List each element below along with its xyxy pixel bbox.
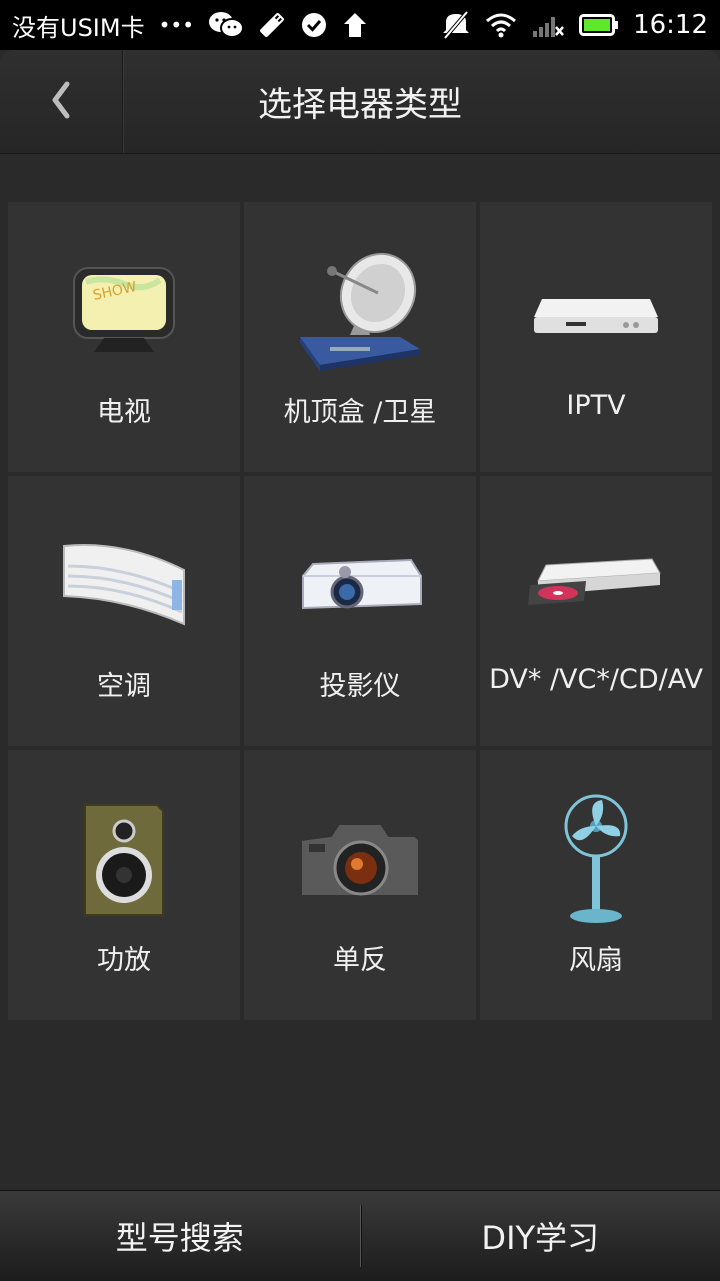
- device-label: 功放: [8, 938, 240, 977]
- mute-icon: [441, 10, 471, 40]
- clock-text: 16:12: [633, 10, 708, 40]
- device-label: 风扇: [480, 938, 712, 977]
- device-label: 投影仪: [244, 664, 476, 703]
- back-button[interactable]: [0, 50, 123, 153]
- signal-icon: [531, 11, 565, 39]
- device-tile-fan[interactable]: 风扇: [480, 750, 712, 1020]
- diy-learn-button[interactable]: DIY学习: [361, 1191, 720, 1281]
- model-search-button[interactable]: 型号搜索: [0, 1191, 360, 1281]
- fan-icon: [480, 790, 712, 930]
- device-tile-dslr[interactable]: 单反: [244, 750, 476, 1020]
- wifi-icon: [485, 12, 517, 38]
- carrier-text: 没有USIM卡: [12, 8, 145, 43]
- device-label: 机顶盒 /卫星: [244, 390, 476, 429]
- device-tile-amplifier[interactable]: 功放: [8, 750, 240, 1020]
- bottom-bar: 型号搜索 DIY学习: [0, 1190, 720, 1281]
- title-bar: 选择电器类型: [0, 50, 720, 154]
- chevron-left-icon: [49, 80, 73, 124]
- iptv-box-icon: [480, 242, 712, 382]
- device-label: 电视: [8, 390, 240, 429]
- air-conditioner-icon: [8, 516, 240, 656]
- dvd-player-icon: [480, 516, 712, 656]
- satellite-dish-icon: [244, 242, 476, 382]
- device-tile-air-conditioner[interactable]: 空调: [8, 476, 240, 746]
- device-grid: SHOW 电视 机顶盒 /卫星: [8, 202, 712, 1020]
- device-label: 空调: [8, 664, 240, 703]
- camera-icon: [244, 790, 476, 930]
- device-tile-tv[interactable]: SHOW 电视: [8, 202, 240, 472]
- speaker-icon: [8, 790, 240, 930]
- projector-icon: [244, 516, 476, 656]
- page-title: 选择电器类型: [122, 50, 720, 153]
- wechat-icon: [208, 10, 244, 40]
- device-label: DV* /VC*/CD/AV: [480, 664, 712, 695]
- device-tile-iptv[interactable]: IPTV: [480, 202, 712, 472]
- notification-dots: •••: [159, 13, 194, 37]
- check-circle-icon: [300, 11, 328, 39]
- device-label: IPTV: [480, 390, 712, 421]
- device-tile-dvd[interactable]: DV* /VC*/CD/AV: [480, 476, 712, 746]
- device-tile-set-top-box[interactable]: 机顶盒 /卫星: [244, 202, 476, 472]
- battery-icon: [579, 13, 619, 37]
- usb-icon: [258, 10, 286, 40]
- device-tile-projector[interactable]: 投影仪: [244, 476, 476, 746]
- upload-arrow-icon: [342, 11, 368, 39]
- status-bar: 没有USIM卡 •••: [0, 0, 720, 50]
- device-label: 单反: [244, 938, 476, 977]
- tv-icon: SHOW: [8, 242, 240, 382]
